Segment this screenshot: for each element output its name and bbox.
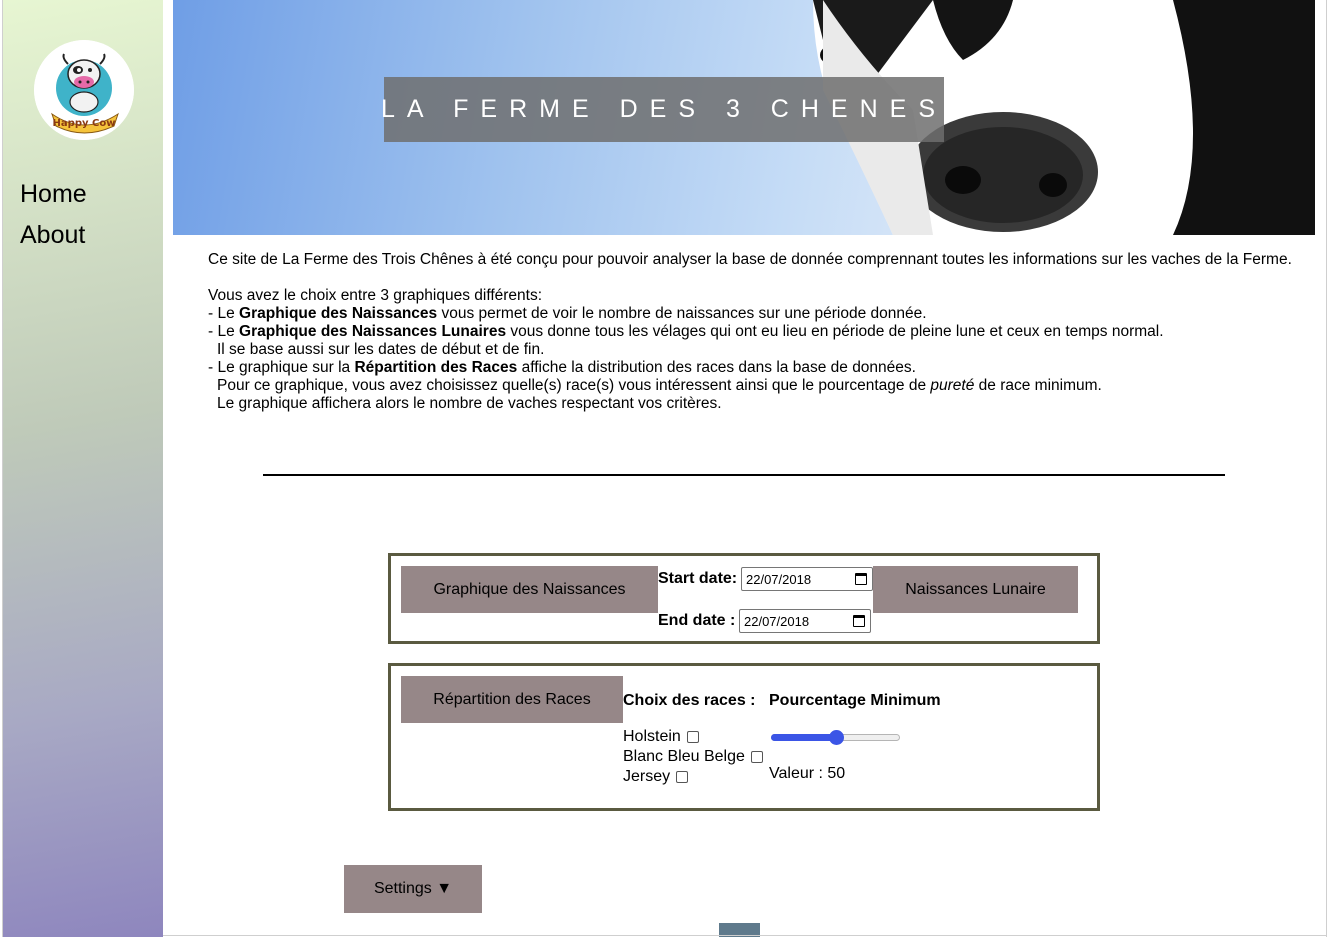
header-banner: LA FERME DES 3 CHENES	[173, 0, 1315, 235]
intro-line: Ce site de La Ferme des Trois Chênes à é…	[208, 251, 1292, 268]
race-option-holstein: Holstein	[623, 728, 699, 746]
happy-cow-logo: Happy Cow	[34, 40, 134, 140]
choix-races-label: Choix des races :	[623, 692, 756, 709]
start-date-label: Start date:	[658, 570, 738, 587]
repartition-races-button[interactable]: Répartition des Races	[401, 676, 623, 723]
intro-text: Ce site de La Ferme des Trois Chênes à é…	[208, 251, 1328, 413]
nav-link-about[interactable]: About	[20, 221, 85, 250]
end-date-label: End date :	[658, 612, 736, 629]
bullet-races: - Le graphique sur la Répartition des Ra…	[208, 359, 916, 376]
settings-button[interactable]: Settings ▼	[344, 865, 482, 913]
jersey-checkbox[interactable]	[676, 771, 689, 783]
sidebar: Happy Cow Home About	[2, 0, 163, 937]
bullet-naissances: - Le Graphique des Naissances vous perme…	[208, 305, 927, 322]
bullet-lunaires: - Le Graphique des Naissances Lunaires v…	[208, 323, 1164, 340]
race-option-blanc-bleu-belge: Blanc Bleu Belge	[623, 748, 763, 766]
site-title: LA FERME DES 3 CHENES	[381, 95, 947, 123]
pourcentage-slider[interactable]	[771, 730, 900, 745]
svg-text:Happy Cow: Happy Cow	[53, 118, 116, 129]
races-panel: Répartition des Races Choix des races : …	[388, 663, 1100, 811]
pourcentage-label: Pourcentage Minimum	[769, 692, 941, 709]
bullet-races-sub1: Pour ce graphique, vous avez choisissez …	[217, 377, 1102, 394]
naissances-lunaire-button[interactable]: Naissances Lunaire	[873, 566, 1078, 613]
divider	[263, 474, 1225, 476]
race-option-jersey: Jersey	[623, 768, 689, 786]
bullet-races-sub2: Le graphique affichera alors le nombre d…	[217, 395, 722, 412]
end-date-input[interactable]: 22/07/2018	[739, 609, 871, 633]
calendar-icon[interactable]	[853, 615, 865, 627]
blanc-bleu-belge-checkbox[interactable]	[750, 751, 763, 763]
valeur-text: Valeur : 50	[769, 765, 846, 782]
slider-thumb[interactable]	[829, 730, 844, 745]
bullet-lunaires-sub: Il se base aussi sur les dates de début …	[217, 341, 545, 358]
intro-choice: Vous avez le choix entre 3 graphiques di…	[208, 287, 543, 304]
holstein-checkbox[interactable]	[686, 731, 699, 743]
site-title-box: LA FERME DES 3 CHENES	[381, 77, 947, 142]
calendar-icon[interactable]	[855, 573, 867, 585]
nav-link-home[interactable]: Home	[20, 180, 87, 209]
graphique-naissances-button[interactable]: Graphique des Naissances	[401, 566, 658, 613]
naissances-panel: Graphique des Naissances Start date: 22/…	[388, 553, 1100, 644]
start-date-input[interactable]: 22/07/2018	[741, 567, 873, 591]
